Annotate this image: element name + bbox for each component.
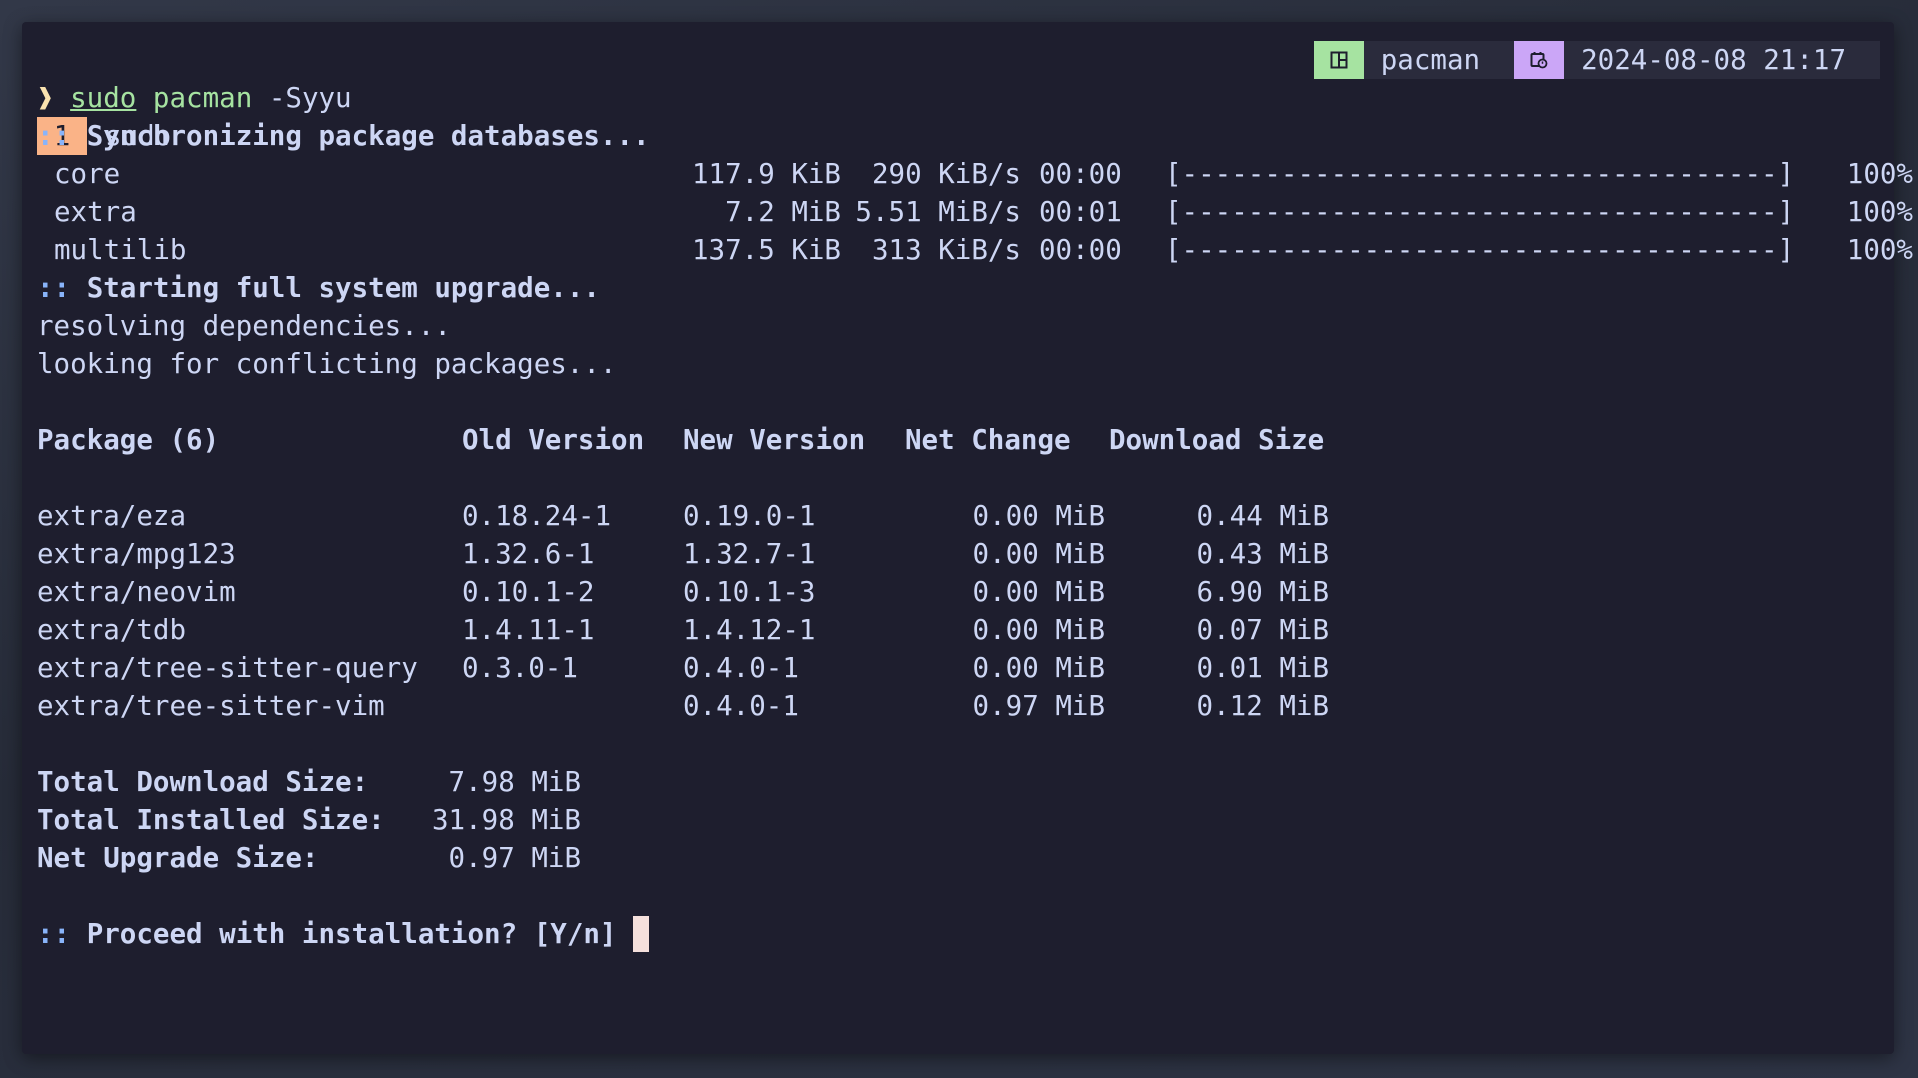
cell-package: extra/tree-sitter-vim	[37, 690, 385, 722]
col-new-version-header: New Version	[683, 424, 866, 456]
cell-new-version: 0.10.1-3	[683, 576, 816, 608]
cell-package: extra/neovim	[37, 576, 236, 608]
col-package-header: Package (6)	[37, 424, 220, 456]
cell-download-size: 0.12 MiB	[1196, 690, 1329, 722]
repo-name: multilib	[54, 234, 187, 266]
status-bar: 1 sudo pacman 2024-08-08 21:17	[37, 41, 1880, 155]
repo-size: 7.2 MiB	[725, 196, 841, 228]
repo-speed: 313 KiB/s	[871, 234, 1021, 266]
cell-old-version: 0.3.0-1	[462, 652, 578, 684]
proceed-prompt: :: Proceed with installation? [Y/n]	[37, 915, 1880, 953]
status-right: pacman 2024-08-08 21:17	[1313, 41, 1880, 79]
cell-package: extra/tree-sitter-query	[37, 652, 418, 684]
repo-name: extra	[54, 196, 137, 228]
cell-package: extra/tdb	[37, 614, 187, 646]
sync-header: :: Synchronizing package databases...	[37, 120, 650, 152]
conflicts-line: looking for conflicting packages...	[37, 348, 617, 380]
total-installed-value: 31.98 MiB	[431, 804, 581, 836]
net-upgrade-value: 0.97 MiB	[448, 842, 581, 874]
table-row: extra/tdb 1.4.11-1 1.4.12-1 0.00 MiB 0.0…	[37, 611, 1880, 649]
cell-download-size: 0.43 MiB	[1196, 538, 1329, 570]
repo-time: 00:00	[1039, 158, 1122, 190]
cell-new-version: 1.4.12-1	[683, 614, 816, 646]
col-old-version-header: Old Version	[462, 424, 645, 456]
repo-percent: 100%	[1846, 234, 1913, 266]
cell-new-version: 0.19.0-1	[683, 500, 816, 532]
cell-download-size: 0.01 MiB	[1196, 652, 1329, 684]
repo-size: 137.5 KiB	[691, 234, 841, 266]
table-header: Package (6) Old Version New Version Net …	[37, 421, 1880, 459]
total-download-value: 7.98 MiB	[448, 766, 581, 798]
prompt-symbol: ❱	[37, 82, 54, 114]
repo-speed: 5.51 MiB/s	[855, 196, 1021, 228]
cell-old-version: 1.4.11-1	[462, 614, 595, 646]
terminal-window[interactable]: 1 sudo pacman 2024-08-08 21:17 ❱ sudo pa…	[22, 22, 1913, 1054]
table-row: extra/neovim 0.10.1-2 0.10.1-3 0.00 MiB …	[37, 573, 1880, 611]
cell-net-change: 0.00 MiB	[972, 500, 1105, 532]
terminal-cursor[interactable]	[633, 916, 650, 952]
total-installed-line: Total Installed Size: 31.98 MiB	[37, 801, 1880, 839]
repo-name: core	[54, 158, 121, 190]
table-row: extra/tree-sitter-vim 0.4.0-1 0.97 MiB 0…	[37, 687, 1880, 725]
table-row: extra/eza 0.18.24-1 0.19.0-1 0.00 MiB 0.…	[37, 497, 1880, 535]
cell-new-version: 1.32.7-1	[683, 538, 816, 570]
cell-net-change: 0.97 MiB	[972, 690, 1105, 722]
cell-old-version: 0.10.1-2	[462, 576, 595, 608]
cell-old-version: 1.32.6-1	[462, 538, 595, 570]
command-program: pacman	[152, 82, 253, 114]
repo-time: 00:00	[1039, 234, 1122, 266]
repo-percent: 100%	[1846, 196, 1913, 228]
repo-size: 117.9 KiB	[691, 158, 841, 190]
command-line: ❱ sudo pacman -Syyu	[37, 79, 1880, 117]
resolving-line: resolving dependencies...	[37, 310, 451, 342]
cell-download-size: 0.07 MiB	[1196, 614, 1329, 646]
table-row: extra/mpg123 1.32.6-1 1.32.7-1 0.00 MiB …	[37, 535, 1880, 573]
repo-line: extra 7.2 MiB 5.51 MiB/s 00:01 [--------…	[37, 193, 1913, 231]
app-name: pacman	[1380, 44, 1481, 76]
datetime: 2024-08-08 21:17	[1581, 44, 1846, 76]
total-installed-label: Total Installed Size:	[37, 804, 385, 836]
repo-progress-bar: [------------------------------------]	[1165, 158, 1795, 190]
table-row: extra/tree-sitter-query 0.3.0-1 0.4.0-1 …	[37, 649, 1880, 687]
cell-new-version: 0.4.0-1	[683, 652, 799, 684]
col-net-change-header: Net Change	[905, 424, 1071, 456]
col-download-size-header: Download Size	[1109, 424, 1325, 456]
cell-net-change: 0.00 MiB	[972, 614, 1105, 646]
command-sudo: sudo	[70, 82, 137, 114]
cell-net-change: 0.00 MiB	[972, 652, 1105, 684]
cell-download-size: 6.90 MiB	[1196, 576, 1329, 608]
command-args: -Syyu	[268, 82, 352, 114]
repo-speed: 290 KiB/s	[871, 158, 1021, 190]
cell-download-size: 0.44 MiB	[1196, 500, 1329, 532]
terminal-content: 1 sudo pacman 2024-08-08 21:17 ❱ sudo pa…	[37, 41, 1913, 953]
cell-net-change: 0.00 MiB	[972, 576, 1105, 608]
net-upgrade-label: Net Upgrade Size:	[37, 842, 319, 874]
repo-time: 00:01	[1039, 196, 1122, 228]
calendar-clock-icon	[1514, 41, 1565, 79]
repo-line: core 117.9 KiB 290 KiB/s 00:00 [--------…	[37, 155, 1913, 193]
net-upgrade-line: Net Upgrade Size: 0.97 MiB	[37, 839, 1880, 877]
cell-old-version: 0.18.24-1	[462, 500, 612, 532]
cell-net-change: 0.00 MiB	[972, 538, 1105, 570]
cell-package: extra/mpg123	[37, 538, 236, 570]
cell-package: extra/eza	[37, 500, 187, 532]
layout-icon	[1313, 41, 1364, 79]
repo-progress-bar: [------------------------------------]	[1165, 196, 1795, 228]
total-download-label: Total Download Size:	[37, 766, 369, 798]
cell-new-version: 0.4.0-1	[683, 690, 799, 722]
repo-line: multilib 137.5 KiB 313 KiB/s 00:00 [----…	[37, 231, 1913, 269]
total-download-line: Total Download Size: 7.98 MiB	[37, 763, 1880, 801]
repo-progress-bar: [------------------------------------]	[1165, 234, 1795, 266]
repo-percent: 100%	[1846, 158, 1913, 190]
upgrade-header: :: Starting full system upgrade...	[37, 272, 600, 304]
